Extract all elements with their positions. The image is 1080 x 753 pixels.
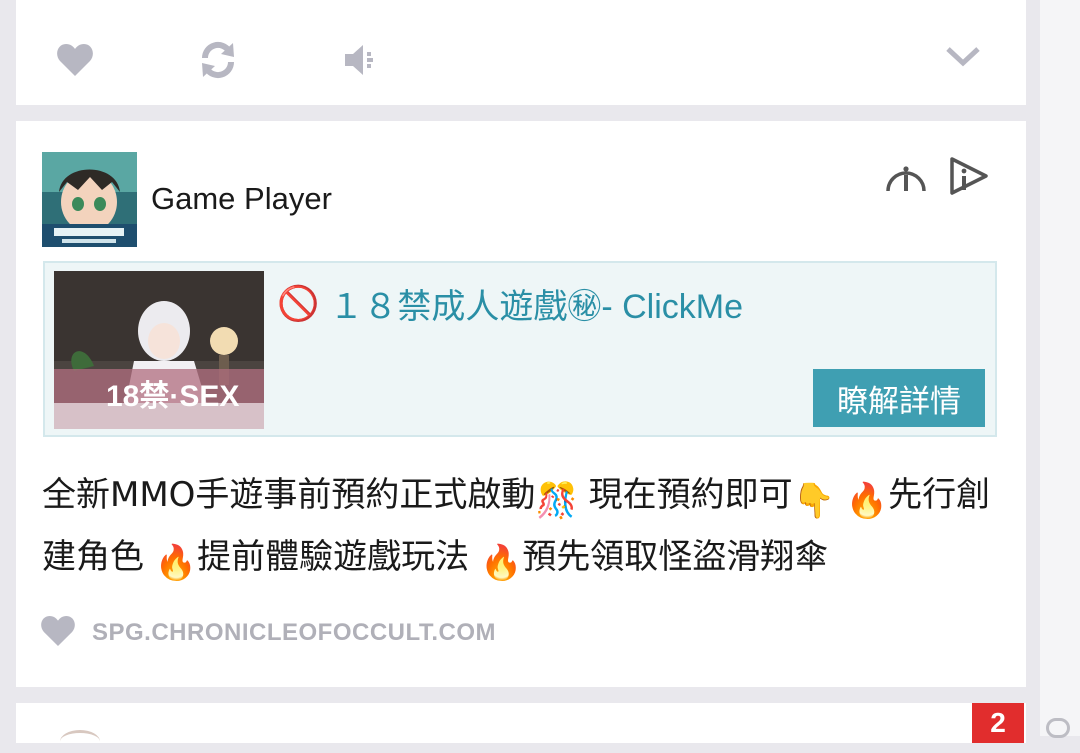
pointing-down-icon: 👇 (792, 481, 835, 521)
notification-badge[interactable]: 2 (972, 703, 1024, 743)
avatar[interactable] (42, 152, 137, 247)
post-card: Game Player 18禁·SEX 🚫 １８禁成人遊戲㊙- ClickMe … (16, 121, 1026, 687)
ad-image[interactable]: 18禁·SEX (54, 271, 264, 429)
fire-icon: 🔥 (154, 543, 198, 583)
fire-icon: 🔥 (479, 543, 523, 583)
learn-more-button[interactable]: 瞭解詳情 (813, 369, 985, 427)
action-bar (16, 38, 1026, 88)
speaker-icon[interactable] (339, 38, 383, 82)
ad-title[interactable]: 🚫 １８禁成人遊戲㊙- ClickMe (277, 279, 743, 328)
like-icon[interactable] (40, 615, 76, 651)
source-link[interactable]: SPG.CHRONICLEOFOCCULT.COM (40, 615, 496, 651)
post-text-segment: 提前體驗遊戲玩法 (197, 537, 480, 577)
repost-icon[interactable] (196, 38, 240, 82)
next-post-card (16, 703, 1026, 743)
post-text-segment: 預先領取怪盜滑翔傘 (522, 537, 829, 577)
scroll-handle-icon[interactable] (1046, 718, 1070, 738)
confetti-icon: 🎊 (535, 481, 578, 521)
post-header-actions (884, 155, 990, 195)
prohibited-icon: 🚫 (277, 284, 320, 323)
ad-choices-icon[interactable] (946, 155, 990, 195)
ad-banner[interactable]: 18禁·SEX 🚫 １８禁成人遊戲㊙- ClickMe 瞭解詳情 (43, 261, 997, 437)
like-icon[interactable] (53, 38, 97, 82)
previous-post-card (16, 0, 1026, 105)
fire-icon: 🔥 (845, 481, 889, 521)
source-link-text[interactable]: SPG.CHRONICLEOFOCCULT.COM (92, 619, 496, 647)
post-text-segment: 全新MMO手遊事前預約正式啟動 (42, 475, 536, 515)
chevron-down-icon[interactable] (941, 34, 985, 78)
next-post-avatar (60, 730, 100, 753)
ad-title-text: １８禁成人遊戲㊙- ClickMe (329, 288, 744, 326)
post-body: 全新MMO手遊事前預約正式啟動🎊 現在預約即可👇 🔥先行創建角色 🔥提前體驗遊戲… (42, 467, 1002, 591)
info-icon[interactable] (884, 155, 928, 195)
right-rail (1040, 0, 1080, 736)
ad-image-label: 18禁·SEX (106, 380, 240, 413)
post-text-segment (835, 475, 846, 515)
post-text-segment: 現在預約即可 (577, 475, 793, 515)
author-name[interactable]: Game Player (151, 181, 332, 217)
